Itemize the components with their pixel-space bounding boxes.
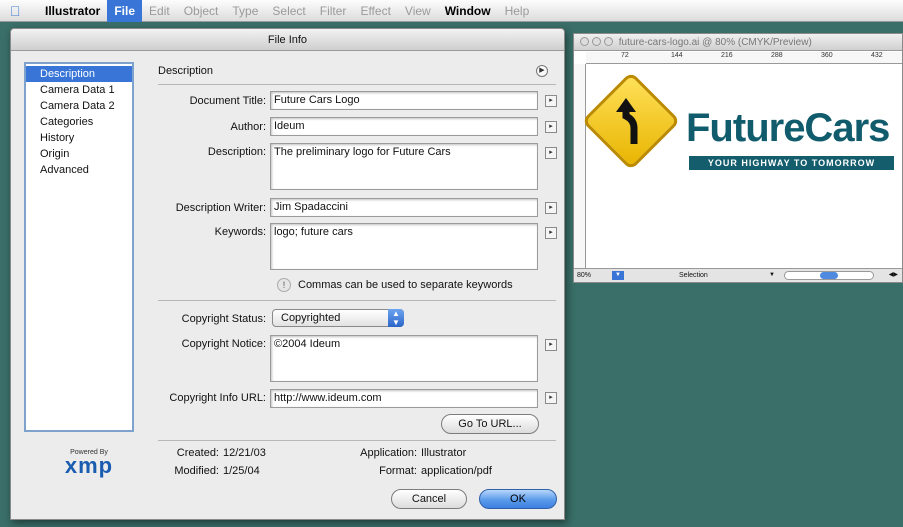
status-tool[interactable]: Selection [679,269,708,282]
vertical-ruler[interactable] [574,64,586,268]
menu-edit[interactable]: Edit [142,0,177,22]
copyright-notice-menu-icon[interactable]: ▸ [545,339,557,351]
application-label: Application: [360,447,417,459]
popup-arrows-icon: ▲ ▼ [388,309,404,327]
section-header: Description ▶ [158,62,548,80]
status-menu-icon[interactable]: ▼ [769,269,775,282]
modified-label: Modified: [174,465,219,477]
description-writer-menu-icon[interactable]: ▸ [545,202,557,214]
divider [158,440,556,441]
zoom-window-icon[interactable] [604,37,613,46]
scroll-arrows-icon[interactable]: ◀▶ [889,269,898,282]
document-status-bar: 80% ▼ Selection ▼ ◀▶ [574,268,902,282]
menu-select[interactable]: Select [265,0,312,22]
ruler-number: 288 [771,52,783,59]
ruler-number: 360 [821,52,833,59]
ok-button[interactable]: OK [479,489,557,509]
created-label: Created: [176,447,219,459]
keywords-label: Keywords: [214,226,266,238]
cancel-button[interactable]: Cancel [391,489,467,509]
sidebar-item-description[interactable]: Description [26,66,132,82]
section-title: Description [158,65,214,77]
format-value: application/pdf [421,465,492,477]
menu-help[interactable]: Help [498,0,537,22]
divider [158,84,556,85]
menu-file[interactable]: File [107,0,143,22]
ruler-number: 72 [621,52,629,59]
dialog-title: File Info [11,29,564,51]
sidebar-item-advanced[interactable]: Advanced [26,162,132,178]
ruler-number: 216 [721,52,733,59]
zoom-menu-icon[interactable]: ▼ [612,271,624,280]
go-to-url-button[interactable]: Go To URL... [441,414,539,434]
menu-filter[interactable]: Filter [313,0,354,22]
menu-bar:  Illustrator File Edit Object Type Sele… [0,0,903,22]
section-menu-icon[interactable]: ▶ [536,65,548,77]
sidebar-item-history[interactable]: History [26,130,132,146]
keywords-menu-icon[interactable]: ▸ [545,227,557,239]
minimize-window-icon[interactable] [592,37,601,46]
copyright-status-label: Copyright Status: [181,313,266,325]
menu-object[interactable]: Object [177,0,226,22]
ruler-number: 432 [871,52,883,59]
zoom-level[interactable]: 80% [577,269,591,282]
description-field[interactable]: The preliminary logo for Future Cars [270,143,538,190]
horizontal-ruler[interactable]: 72 144 216 288 360 432 [586,52,902,64]
copyright-url-label: Copyright Info URL: [169,392,266,404]
category-list: Description Camera Data 1 Camera Data 2 … [24,62,134,432]
menu-app-name[interactable]: Illustrator [38,0,107,22]
scroll-thumb[interactable] [820,272,838,279]
info-icon: ! [277,278,291,292]
author-menu-icon[interactable]: ▸ [545,121,557,133]
author-field[interactable]: Ideum [270,117,538,136]
description-writer-label: Description Writer: [175,202,266,214]
curve-arrow-icon [616,98,638,144]
created-value: 12/21/03 [223,447,266,459]
apple-menu-icon[interactable]:  [10,3,30,19]
copyright-url-field[interactable]: http://www.ideum.com [270,389,538,408]
keywords-field[interactable]: logo; future cars [270,223,538,270]
document-title-label: Document Title: [189,95,266,107]
copyright-notice-label: Copyright Notice: [181,338,266,350]
menu-window[interactable]: Window [438,0,498,22]
document-titlebar: future-cars-logo.ai @ 80% (CMYK/Preview) [574,34,902,51]
copyright-status-select[interactable]: Copyrighted ▲ ▼ [272,309,404,327]
sidebar-item-camera-data-1[interactable]: Camera Data 1 [26,82,132,98]
sidebar-item-origin[interactable]: Origin [26,146,132,162]
divider [158,300,556,301]
copyright-url-menu-icon[interactable]: ▸ [545,392,557,404]
xmp-brand: xmp [64,453,114,478]
file-info-dialog: File Info Description Camera Data 1 Came… [10,28,565,520]
document-title-field[interactable]: Future Cars Logo [270,91,538,110]
description-writer-field[interactable]: Jim Spadaccini [270,198,538,217]
sidebar-item-camera-data-2[interactable]: Camera Data 2 [26,98,132,114]
author-label: Author: [230,121,266,133]
application-value: Illustrator [421,447,467,459]
menu-view[interactable]: View [398,0,438,22]
ruler-number: 144 [671,52,683,59]
logo-wordmark: FutureCars [686,106,890,150]
format-label: Format: [379,465,417,477]
keywords-note: Commas can be used to separate keywords [298,279,513,291]
menu-type[interactable]: Type [225,0,265,22]
sidebar-item-categories[interactable]: Categories [26,114,132,130]
document-window: future-cars-logo.ai @ 80% (CMYK/Preview)… [573,33,903,283]
logo-tagline: YOUR HIGHWAY TO TOMORROW [689,156,894,170]
copyright-status-value: Copyrighted [281,312,341,324]
menu-effect[interactable]: Effect [353,0,397,22]
close-window-icon[interactable] [580,37,589,46]
horizontal-scrollbar[interactable] [784,271,874,280]
description-menu-icon[interactable]: ▸ [545,147,557,159]
copyright-notice-field[interactable]: ©2004 Ideum [270,335,538,382]
document-title: future-cars-logo.ai @ 80% (CMYK/Preview) [618,37,812,48]
modified-value: 1/25/04 [223,465,260,477]
document-title-menu-icon[interactable]: ▸ [545,95,557,107]
xmp-logo: Powered By xmp [49,449,129,478]
description-label: Description: [207,146,266,158]
